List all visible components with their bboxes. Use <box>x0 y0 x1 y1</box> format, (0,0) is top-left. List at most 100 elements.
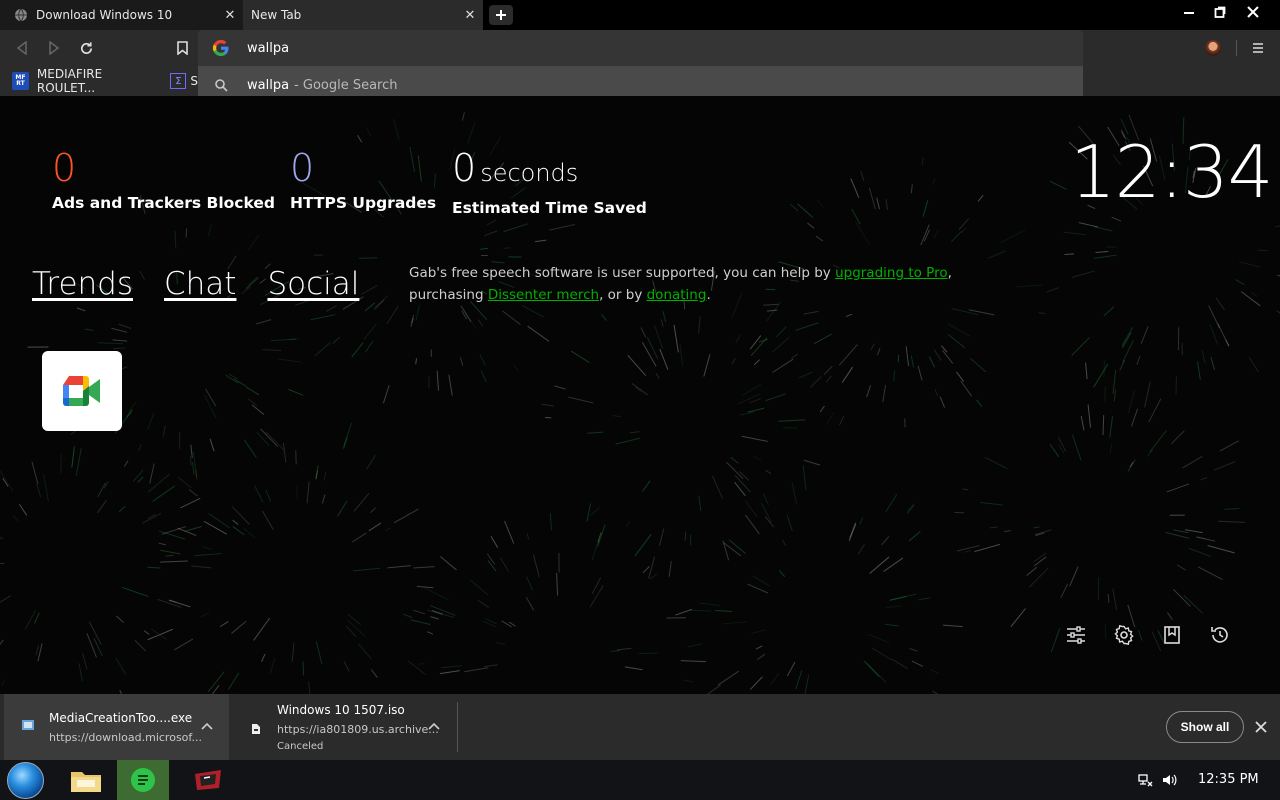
address-bar[interactable] <box>198 30 1083 66</box>
back-button[interactable] <box>10 36 34 60</box>
stat-ads-blocked: 0 Ads and Trackers Blocked <box>52 146 275 212</box>
network-icon[interactable] <box>1137 772 1153 788</box>
reload-button[interactable] <box>74 36 98 60</box>
stat-https-upgrades: 0 HTTPS Upgrades <box>290 146 436 212</box>
customize-icon <box>1067 626 1085 644</box>
clock: 12:34 <box>1070 130 1273 214</box>
history-button[interactable] <box>1207 622 1233 648</box>
download-filename: MediaCreationToo....exe <box>49 711 193 725</box>
https-upgrades-count: 0 <box>290 146 315 190</box>
tab-label: Download Windows 10 <box>36 8 173 22</box>
bookmark-s[interactable]: Σ S <box>170 73 198 89</box>
google-meet-icon <box>63 376 100 406</box>
ads-blocked-caption: Ads and Trackers Blocked <box>52 194 275 212</box>
app-icon <box>195 770 221 790</box>
maximize-button[interactable] <box>1203 0 1237 24</box>
bookmark-mediafire-roulette[interactable]: MF RT MEDIAFIRE ROULET... <box>12 67 156 95</box>
link-trends[interactable]: Trends <box>32 266 133 302</box>
note-text: , or by <box>599 287 647 303</box>
stat-time-saved: 0 seconds Estimated Time Saved <box>452 146 647 217</box>
exe-file-icon <box>21 718 35 732</box>
bookmark-icon <box>176 41 188 55</box>
close-shelf-button[interactable] <box>1252 718 1270 736</box>
show-all-button[interactable]: Show all <box>1166 711 1244 743</box>
note-text: Gab's free speech software is user suppo… <box>409 265 836 281</box>
restore-icon <box>1214 6 1226 18</box>
link-social[interactable]: Social <box>267 266 359 302</box>
bookmark-label: MEDIAFIRE ROULET... <box>36 67 103 95</box>
omnibox-input[interactable] <box>247 40 1027 56</box>
taskbar-app[interactable] <box>182 760 234 800</box>
notes-icon <box>131 768 155 792</box>
menu-button[interactable] <box>1246 36 1270 60</box>
dissenter-merch-link[interactable]: Dissenter merch <box>488 287 599 303</box>
suggestion-query: wallpa <box>247 77 290 93</box>
minimize-button[interactable] <box>1172 0 1206 24</box>
https-upgrades-caption: HTTPS Upgrades <box>290 194 437 212</box>
settings-icon <box>1114 625 1134 645</box>
time-saved-caption: Estimated Time Saved <box>452 199 647 217</box>
volume-icon[interactable] <box>1161 772 1177 788</box>
file-icon <box>249 722 263 736</box>
gab-support-note: Gab's free speech software is user suppo… <box>409 262 969 306</box>
gab-nav-links: Trends Chat Social <box>32 266 390 302</box>
close-icon <box>1247 6 1259 18</box>
tab-strip: Download Windows 10 ✕ New Tab ✕ <box>0 0 1280 30</box>
bookmarks-bar: MF RT MEDIAFIRE ROULET... Σ S <box>0 66 198 96</box>
top-site-google-meet[interactable] <box>42 351 122 431</box>
globe-icon <box>14 8 28 22</box>
download-item[interactable]: Windows 10 1507.iso https://ia801809.us.… <box>232 694 457 760</box>
ads-blocked-count: 0 <box>52 146 77 190</box>
taskbar-file-explorer[interactable] <box>60 760 112 800</box>
bookmarks-icon <box>1164 626 1180 644</box>
new-tab-page: 0 Ads and Trackers Blocked 0 HTTPS Upgra… <box>0 96 1280 694</box>
start-button[interactable] <box>7 762 44 799</box>
download-status: Canceled <box>277 741 324 752</box>
taskbar-notes-app[interactable] <box>117 760 169 800</box>
mediafire-icon: MF RT <box>12 72 29 90</box>
back-icon <box>16 41 27 55</box>
bookmarks-bar-right <box>1083 66 1280 96</box>
close-icon <box>1255 721 1267 733</box>
link-chat[interactable]: Chat <box>164 266 236 302</box>
time-saved-count: 0 <box>452 146 477 190</box>
chevron-up-icon[interactable] <box>426 718 442 734</box>
bookmarks-button[interactable] <box>1159 622 1185 648</box>
settings-button[interactable] <box>1111 622 1137 648</box>
toolbar-divider <box>1236 40 1237 56</box>
customize-button[interactable] <box>1063 622 1089 648</box>
forward-icon <box>49 41 60 55</box>
taskbar-clock[interactable]: 12:35 PM <box>1198 772 1259 787</box>
tab-close-icon[interactable]: ✕ <box>217 8 243 23</box>
tab-download-windows[interactable]: Download Windows 10 ✕ <box>0 0 243 30</box>
forward-button[interactable] <box>42 36 66 60</box>
donating-link[interactable]: donating <box>647 287 707 303</box>
download-shelf: MediaCreationToo....exe https://download… <box>0 694 1280 760</box>
tab-close-icon[interactable]: ✕ <box>457 8 483 23</box>
reload-icon <box>80 41 92 54</box>
download-url: https://ia801809.us.archive... <box>277 723 439 736</box>
close-window-button[interactable] <box>1236 0 1270 24</box>
suggestion-suffix: - Google Search <box>294 77 398 93</box>
time-saved-unit: seconds <box>480 159 579 187</box>
folder-icon <box>71 772 101 792</box>
download-item[interactable]: MediaCreationToo....exe https://download… <box>4 694 229 760</box>
hamburger-menu-icon <box>1253 43 1263 53</box>
upgrade-pro-link[interactable]: upgrading to Pro <box>835 265 948 281</box>
search-icon <box>214 78 228 92</box>
minimize-icon <box>1184 12 1194 14</box>
plus-icon <box>496 10 506 20</box>
note-text: . <box>706 287 711 303</box>
sigma-icon: Σ <box>170 73 187 89</box>
profile-button[interactable] <box>1201 36 1225 60</box>
google-icon <box>212 39 230 57</box>
taskbar: 12:35 PM <box>0 760 1280 800</box>
tab-new-tab[interactable]: New Tab ✕ <box>243 0 483 30</box>
download-filename: Windows 10 1507.iso <box>277 703 405 717</box>
avatar <box>1205 40 1221 56</box>
history-icon <box>1211 627 1228 643</box>
new-tab-button[interactable] <box>489 5 513 25</box>
tab-label: New Tab <box>251 8 302 22</box>
chevron-up-icon[interactable] <box>199 718 215 734</box>
bookmark-page-button[interactable] <box>170 36 194 60</box>
